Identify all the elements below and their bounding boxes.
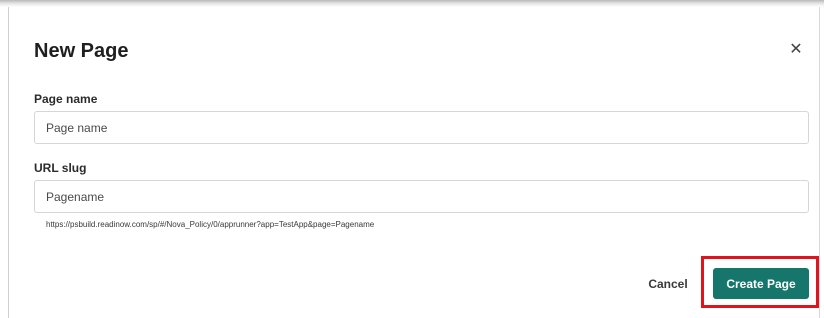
new-page-dialog: New Page ✕ Page name URL slug https://ps… (0, 0, 824, 318)
close-button[interactable]: ✕ (786, 39, 806, 59)
dialog-right-border (819, 7, 820, 318)
cancel-button[interactable]: Cancel (640, 273, 696, 295)
close-icon: ✕ (789, 41, 803, 58)
page-name-input[interactable] (34, 111, 809, 144)
create-page-button[interactable]: Create Page (713, 268, 809, 299)
backdrop-shadow (0, 0, 824, 7)
dialog-title: New Page (34, 40, 129, 62)
url-preview-text: https://psbuild.readinow.com/sp/#/Nova_P… (46, 220, 375, 229)
url-slug-input[interactable] (34, 180, 809, 213)
page-name-label: Page name (34, 92, 98, 106)
url-slug-label: URL slug (34, 161, 87, 175)
dialog-left-border (8, 7, 9, 318)
